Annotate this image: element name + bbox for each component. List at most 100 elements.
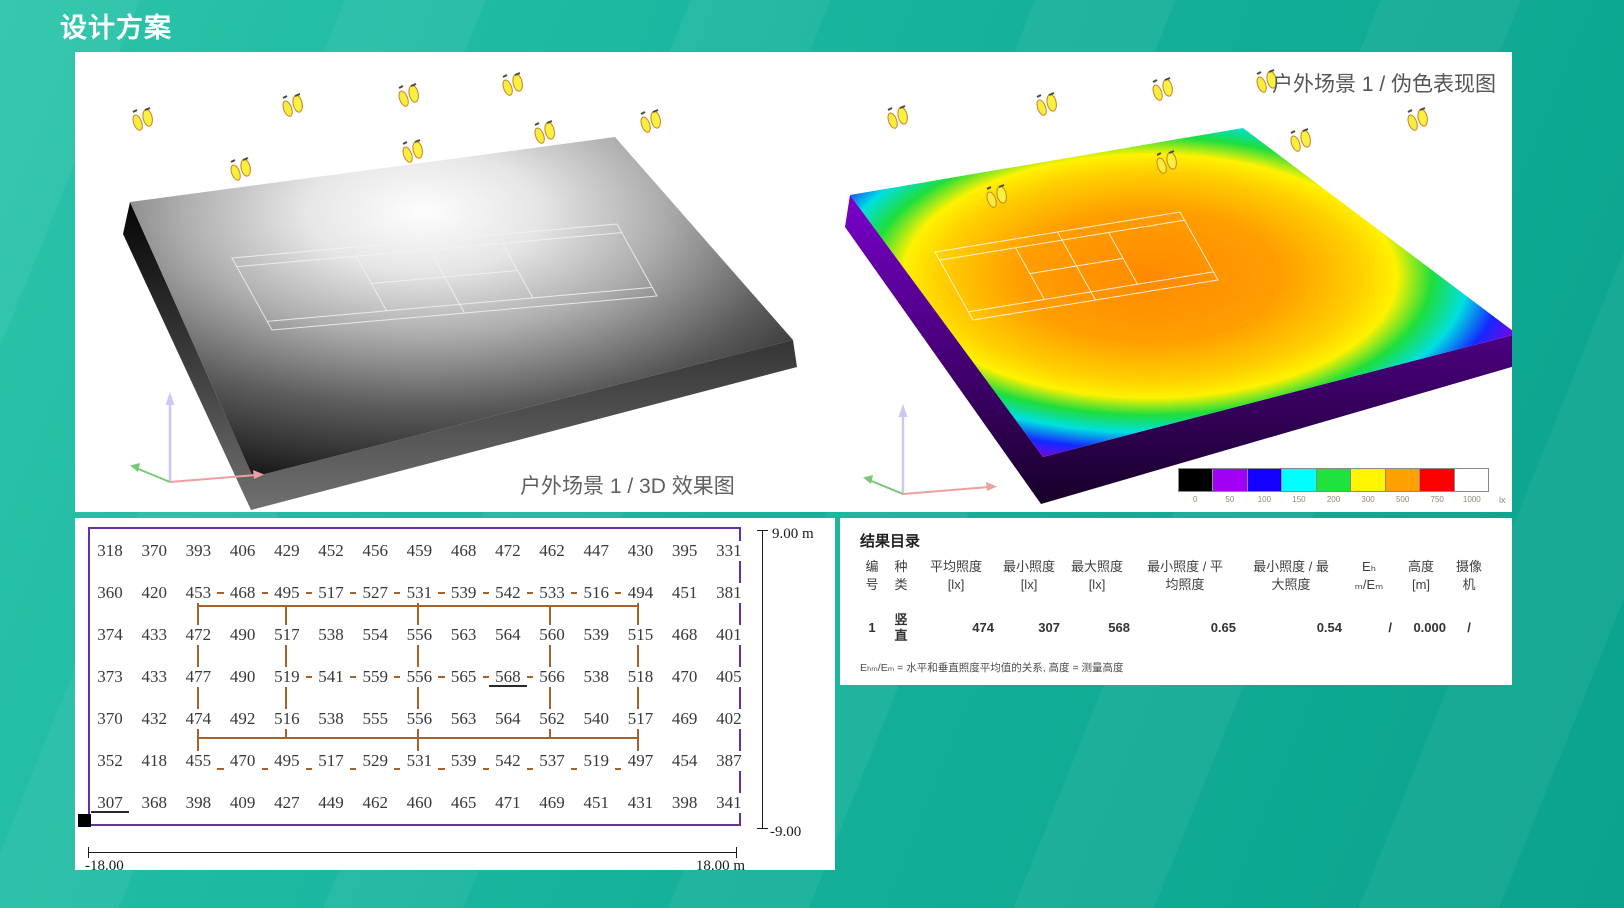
grid-value: 538 bbox=[312, 709, 350, 729]
dim-label-top: 9.00 m bbox=[772, 526, 814, 543]
grid-value: 565 bbox=[445, 667, 483, 687]
scale-value: 50 bbox=[1213, 495, 1248, 504]
scale-swatch bbox=[1317, 469, 1351, 491]
results-column-header: Eₕ ₘ/Eₘ bbox=[1344, 558, 1394, 593]
illuminance-grid-panel: 3183703934064294524564594684724624474303… bbox=[75, 518, 835, 870]
grid-value: 542 bbox=[489, 751, 527, 771]
grid-value: 562 bbox=[533, 709, 571, 729]
grid-value: 531 bbox=[400, 583, 438, 603]
scale-swatch bbox=[1386, 469, 1420, 491]
results-column-header: 最小照度 [lx] bbox=[996, 558, 1062, 593]
results-cell: / bbox=[1448, 620, 1490, 636]
dim-tick bbox=[736, 847, 737, 858]
grid-value: 453 bbox=[179, 583, 217, 603]
grid-value: 540 bbox=[577, 709, 615, 729]
grid-value: 516 bbox=[577, 583, 615, 603]
grid-value: 556 bbox=[400, 625, 438, 645]
scale-value: 150 bbox=[1282, 495, 1317, 504]
page-title: 设计方案 bbox=[60, 6, 172, 45]
grid-row: 3524184554704955175295315395425375194974… bbox=[91, 751, 748, 771]
grid-value: 564 bbox=[489, 625, 527, 645]
grid-value: 409 bbox=[224, 793, 262, 813]
grid-value: 556 bbox=[400, 667, 438, 687]
dim-line-vertical bbox=[762, 530, 763, 828]
grid-value: 451 bbox=[577, 793, 615, 813]
grid-value: 533 bbox=[533, 583, 571, 603]
grid-value: 468 bbox=[224, 583, 262, 603]
scale-value: 750 bbox=[1420, 495, 1455, 504]
grid-value: 451 bbox=[666, 583, 704, 603]
results-cell: / bbox=[1344, 620, 1394, 636]
grid-value: 360 bbox=[91, 583, 129, 603]
grid-value: 465 bbox=[445, 793, 483, 813]
results-cell: 307 bbox=[996, 620, 1062, 636]
results-column-header: 最大照度 [lx] bbox=[1062, 558, 1132, 593]
grid-value: 368 bbox=[135, 793, 173, 813]
grid-value: 374 bbox=[91, 625, 129, 645]
dim-tick bbox=[88, 847, 89, 858]
grid-value: 406 bbox=[224, 541, 262, 561]
grid-value: 554 bbox=[356, 625, 394, 645]
grid-value: 352 bbox=[91, 751, 129, 771]
results-column-header: 最小照度 / 平 均照度 bbox=[1132, 558, 1238, 593]
grid-value: 470 bbox=[666, 667, 704, 687]
grid-value: 566 bbox=[533, 667, 571, 687]
grid-value: 517 bbox=[621, 709, 659, 729]
grid-value: 568 bbox=[489, 667, 527, 687]
grid-value: 427 bbox=[268, 793, 306, 813]
grid-value: 456 bbox=[356, 541, 394, 561]
grid-value: 519 bbox=[268, 667, 306, 687]
slide-background: 设计方案 bbox=[0, 0, 1624, 908]
grid-value: 490 bbox=[224, 667, 262, 687]
axis-triad-icon bbox=[863, 404, 997, 494]
grid-value: 433 bbox=[135, 667, 173, 687]
grid-value: 331 bbox=[710, 541, 748, 561]
results-cell: 474 bbox=[916, 620, 996, 636]
grid-value: 538 bbox=[577, 667, 615, 687]
grid-value: 497 bbox=[621, 751, 659, 771]
grid-value: 429 bbox=[268, 541, 306, 561]
scale-value: 0 bbox=[1178, 495, 1213, 504]
results-column-header: 高度 [m] bbox=[1394, 558, 1448, 593]
scale-value: 300 bbox=[1351, 495, 1386, 504]
grid-value: 517 bbox=[312, 583, 350, 603]
grid-value: 469 bbox=[533, 793, 571, 813]
grid-row: 3073683984094274494624604654714694514313… bbox=[91, 793, 748, 813]
results-column-header: 种 类 bbox=[886, 558, 916, 593]
grid-value: 537 bbox=[533, 751, 571, 771]
grid-value: 459 bbox=[400, 541, 438, 561]
grid-value: 518 bbox=[621, 667, 659, 687]
dim-line-horizontal bbox=[88, 852, 737, 853]
grid-value: 563 bbox=[445, 709, 483, 729]
grid-value: 516 bbox=[268, 709, 306, 729]
false-color-scale-labels: 0501001502003005007501000 bbox=[1178, 495, 1489, 504]
grid-value: 519 bbox=[577, 751, 615, 771]
grid-value: 318 bbox=[91, 541, 129, 561]
grid-value: 556 bbox=[400, 709, 438, 729]
results-table-header: 编 号种 类平均照度 [lx]最小照度 [lx]最大照度 [lx]最小照度 / … bbox=[858, 558, 1490, 593]
dim-tick bbox=[757, 530, 768, 531]
grid-value: 431 bbox=[621, 793, 659, 813]
grid-value: 462 bbox=[533, 541, 571, 561]
grid-value: 560 bbox=[533, 625, 571, 645]
results-column-header: 摄像 机 bbox=[1448, 558, 1490, 593]
grid-value: 541 bbox=[312, 667, 350, 687]
results-cell: 0.000 bbox=[1394, 620, 1448, 636]
grid-value: 542 bbox=[489, 583, 527, 603]
grid-value: 539 bbox=[445, 583, 483, 603]
scale-swatch bbox=[1351, 469, 1385, 491]
grid-value: 454 bbox=[666, 751, 704, 771]
grid-value: 495 bbox=[268, 751, 306, 771]
dim-label-left: -18.00 bbox=[85, 858, 124, 875]
grid-row: 3704324744925165385555565635645625405174… bbox=[91, 709, 748, 729]
grid-value: 433 bbox=[135, 625, 173, 645]
grid-value: 517 bbox=[312, 751, 350, 771]
grid-value: 307 bbox=[91, 793, 129, 813]
grid-value: 447 bbox=[577, 541, 615, 561]
grid-value: 559 bbox=[356, 667, 394, 687]
grid-value: 515 bbox=[621, 625, 659, 645]
results-column-header: 平均照度 [lx] bbox=[916, 558, 996, 593]
grid-value: 418 bbox=[135, 751, 173, 771]
grid-value: 471 bbox=[489, 793, 527, 813]
scale-value: 100 bbox=[1247, 495, 1282, 504]
